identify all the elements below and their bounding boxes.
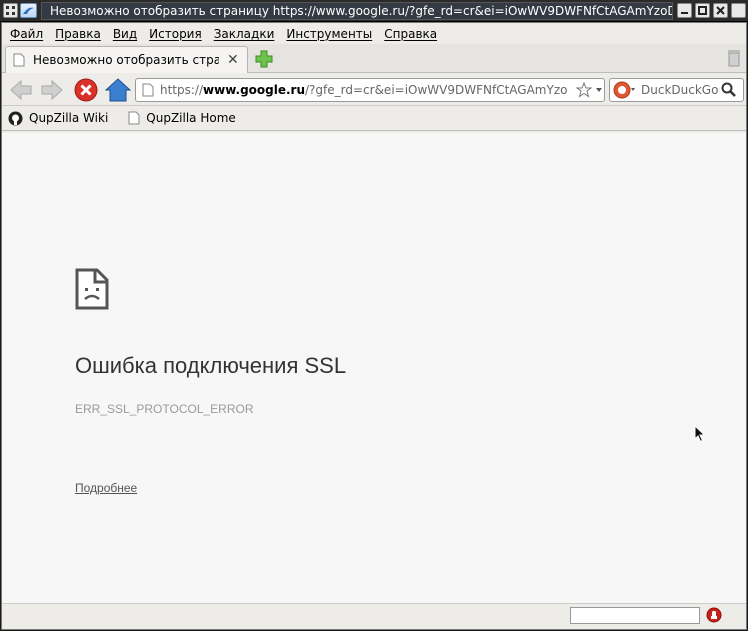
bookmark-label: QupZilla Wiki [29, 111, 109, 125]
close-window-button[interactable] [713, 3, 728, 18]
page-icon [128, 111, 140, 125]
page-content: Ошибка подключения SSL ERR_SSL_PROTOCOL_… [2, 133, 746, 603]
tab-title: Невозможно отобразить страницу ... [33, 53, 219, 67]
close-icon [716, 6, 725, 15]
url-prefix: https:// [160, 83, 204, 97]
menu-history[interactable]: История [149, 27, 202, 41]
window-extra-button[interactable] [731, 3, 746, 18]
back-button[interactable] [8, 77, 34, 103]
chevron-down-icon[interactable] [595, 86, 603, 94]
search-icon[interactable] [721, 82, 737, 98]
menu-bookmarks[interactable]: Закладки [214, 27, 275, 41]
home-icon [105, 78, 131, 102]
bookmarks-toolbar: QupZilla Wiki QupZilla Home [2, 106, 746, 131]
menu-file[interactable]: Файл [10, 27, 43, 41]
window-menu-button[interactable] [3, 3, 18, 18]
error-title: Ошибка подключения SSL [75, 353, 347, 378]
details-link[interactable]: Подробнее [75, 481, 137, 495]
plus-icon [255, 50, 273, 68]
app-icon [20, 3, 37, 18]
home-button[interactable] [105, 77, 131, 103]
menu-help[interactable]: Справка [384, 27, 437, 41]
status-input[interactable] [570, 607, 700, 624]
arrow-left-icon [10, 79, 32, 101]
github-icon [8, 111, 23, 125]
url-path: /?gfe_rd=cr&ei=iOwWV9DWFNfCtAGAmYzoDA&gw… [305, 83, 568, 97]
bookmark-label: QupZilla Home [146, 111, 236, 125]
tab-bar: Невозможно отобразить страницу ... ✕ [2, 44, 746, 73]
closed-tabs-button[interactable] [728, 49, 740, 67]
url-host: www.google.ru [203, 83, 306, 97]
mouse-cursor-icon [694, 424, 706, 446]
status-bar [2, 603, 746, 629]
url-bar[interactable]: https://www.google.ru/?gfe_rd=cr&ei=iOwW… [135, 78, 605, 102]
tab-active[interactable]: Невозможно отобразить страницу ... ✕ [5, 46, 248, 73]
page-icon [13, 53, 25, 67]
broken-page-icon [75, 268, 109, 313]
new-tab-button[interactable] [255, 50, 273, 68]
bookmark-qupzilla-home[interactable]: QupZilla Home [128, 111, 236, 125]
tab-close-icon[interactable]: ✕ [227, 52, 239, 68]
maximize-icon [698, 6, 707, 15]
stop-icon [74, 78, 98, 102]
title-bar: Невозможно отобразить страницу https://w… [0, 0, 748, 22]
browser-window: Файл Правка Вид История Закладки Инструм… [1, 22, 747, 630]
menu-bar: Файл Правка Вид История Закладки Инструм… [2, 23, 746, 44]
maximize-button[interactable] [695, 3, 710, 18]
minimize-icon [681, 12, 688, 14]
star-icon[interactable] [576, 82, 592, 98]
duckduckgo-icon[interactable] [613, 81, 635, 99]
url-text[interactable]: https://www.google.ru/?gfe_rd=cr&ei=iOwW… [160, 83, 568, 97]
minimize-button[interactable] [677, 3, 692, 18]
adblock-icon[interactable] [706, 607, 722, 623]
window-title: Невозможно отобразить страницу https://w… [41, 2, 673, 20]
trash-icon [728, 50, 740, 67]
forward-button[interactable] [39, 77, 65, 103]
arrow-right-icon [41, 79, 63, 101]
search-input[interactable]: DuckDuckGo [641, 83, 721, 97]
stop-button[interactable] [73, 77, 99, 103]
error-code: ERR_SSL_PROTOCOL_ERROR [75, 402, 254, 416]
menu-edit[interactable]: Правка [55, 27, 101, 41]
menu-tools[interactable]: Инструменты [286, 27, 372, 41]
page-icon [142, 83, 154, 97]
grid-icon [6, 6, 15, 15]
menu-view[interactable]: Вид [113, 27, 137, 41]
navigation-bar: https://www.google.ru/?gfe_rd=cr&ei=iOwW… [2, 73, 746, 106]
search-box[interactable]: DuckDuckGo [609, 78, 744, 102]
bookmark-qupzilla-wiki[interactable]: QupZilla Wiki [8, 111, 108, 126]
